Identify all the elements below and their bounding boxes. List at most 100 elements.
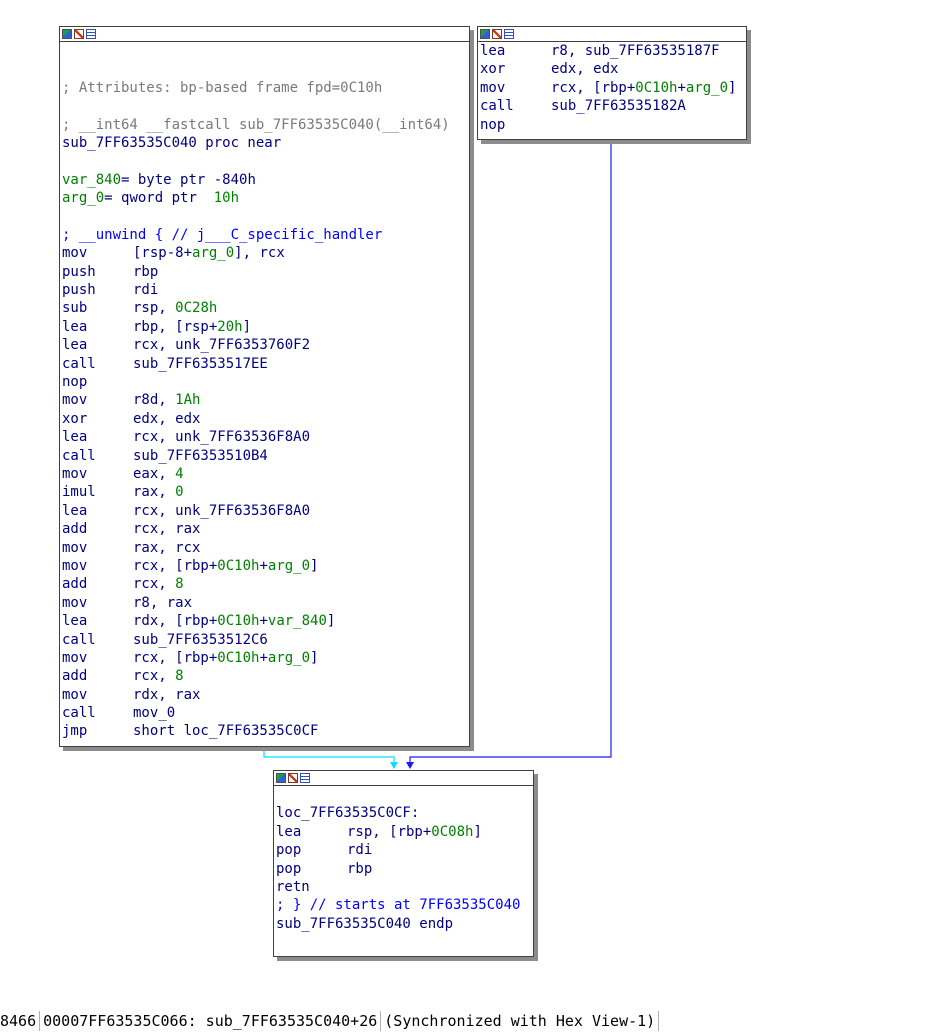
instruction-line[interactable]: mov rcx, [rbp+0C10h+arg_0]	[480, 79, 746, 97]
operands: rbp	[133, 263, 159, 280]
instruction-line[interactable]: add rcx, 8	[62, 575, 469, 593]
label-line: sub_7FF63535C040 proc near	[62, 134, 282, 151]
instruction-line[interactable]: lea rcx, unk_7FF63536F8A0	[62, 428, 469, 446]
operands: rcx, [rbp+0C10h+arg_0]	[133, 649, 319, 666]
instruction-line[interactable]: lea rbp, [rsp+20h]	[62, 318, 469, 336]
operands: rsp, 0C28h	[133, 300, 218, 317]
instruction-line[interactable]: call mov_0	[62, 704, 469, 722]
instruction-line[interactable]: jmp short loc_7FF63535C0CF	[62, 722, 469, 740]
mnemonic: push	[62, 263, 96, 280]
block-header	[60, 27, 469, 42]
instruction-line[interactable]: nop	[62, 373, 469, 391]
operands: short loc_7FF63535C0CF	[133, 723, 319, 740]
status-bar: 8466 00007FF63535C066: sub_7FF63535C040+…	[0, 1011, 927, 1031]
unwind-comment-line: ; } // starts at 7FF63535C040	[276, 897, 521, 914]
mnemonic: imul	[62, 484, 96, 501]
instruction-line[interactable]: mov [rsp-8+arg_0], rcx	[62, 244, 469, 262]
block-code: loc_7FF63535C0CF: lea rsp, [rbp+0C08h] pop r…	[274, 786, 533, 933]
graph-icon[interactable]	[492, 29, 502, 39]
instruction-line[interactable]: nop	[480, 116, 746, 134]
graph-icon[interactable]	[74, 29, 84, 39]
text-view-icon[interactable]	[86, 29, 96, 39]
instruction-line[interactable]: retn	[276, 878, 533, 896]
mnemonic: lea	[62, 429, 88, 446]
instruction-line[interactable]: call sub_7FF6353517EE	[62, 355, 469, 373]
operands: rcx, unk_7FF63536F8A0	[133, 429, 311, 446]
mnemonic: mov	[62, 686, 88, 703]
operands: sub_7FF6353517EE	[133, 355, 268, 372]
mnemonic: mov	[62, 539, 88, 556]
operands: sub_7FF63535182A	[551, 98, 686, 115]
operands: edx, edx	[551, 61, 619, 78]
mnemonic: add	[62, 521, 88, 538]
label-line: arg_0= qword ptr 10h	[62, 190, 240, 207]
mnemonic: lea	[62, 318, 88, 335]
operands: rcx, [rbp+0C10h+arg_0]	[133, 557, 319, 574]
text-view-icon[interactable]	[504, 29, 514, 39]
color-icon[interactable]	[276, 773, 286, 783]
instruction-line[interactable]: mov rax, rcx	[62, 539, 469, 557]
instruction-line[interactable]: mov r8d, 1Ah	[62, 391, 469, 409]
mnemonic: mov	[62, 594, 88, 611]
edge-arrow-normal	[390, 762, 398, 769]
mnemonic: add	[62, 576, 88, 593]
instruction-line[interactable]: lea rdx, [rbp+0C10h+var_840]	[62, 612, 469, 630]
instruction-line[interactable]: pop rbp	[276, 860, 533, 878]
instruction-line[interactable]: imul rax, 0	[62, 483, 469, 501]
block-header	[478, 27, 746, 42]
code-block-entry[interactable]: ; Attributes: bp-based frame fpd=0C10h ; …	[59, 26, 470, 747]
operands: [rsp-8+arg_0], rcx	[133, 245, 285, 262]
mnemonic: add	[62, 668, 88, 685]
operands: r8d, 1Ah	[133, 392, 201, 409]
color-icon[interactable]	[480, 29, 490, 39]
operands: rax, rcx	[133, 539, 201, 556]
mnemonic: push	[62, 282, 96, 299]
instruction-line[interactable]: lea rcx, unk_7FF6353760F2	[62, 336, 469, 354]
instruction-line[interactable]: mov rcx, [rbp+0C10h+arg_0]	[62, 557, 469, 575]
mnemonic: retn	[276, 878, 310, 895]
code-block-exit[interactable]: loc_7FF63535C0CF: lea rsp, [rbp+0C08h] pop r…	[273, 770, 534, 957]
instruction-line[interactable]: mov eax, 4	[62, 465, 469, 483]
operands: r8, sub_7FF63535187F	[551, 43, 720, 59]
instruction-line[interactable]: xor edx, edx	[480, 60, 746, 78]
color-icon[interactable]	[62, 29, 72, 39]
instruction-line[interactable]: pop rdi	[276, 841, 533, 859]
operands: rcx, rax	[133, 521, 201, 538]
graph-icon[interactable]	[288, 773, 298, 783]
operands: rdi	[133, 282, 159, 299]
mnemonic: lea	[62, 613, 88, 630]
operands: mov_0	[133, 705, 176, 722]
instruction-line[interactable]: push rdi	[62, 281, 469, 299]
instruction-line[interactable]: mov rcx, [rbp+0C10h+arg_0]	[62, 649, 469, 667]
code-block-handler[interactable]: lea r8, sub_7FF63535187F xor edx, edx mov rcx…	[477, 26, 747, 140]
operands: rbp	[347, 860, 373, 877]
instruction-line[interactable]: lea rcx, unk_7FF63536F8A0	[62, 502, 469, 520]
label-line: loc_7FF63535C0CF:	[276, 805, 420, 822]
status-location[interactable]: 00007FF63535C066: sub_7FF63535C040+26	[40, 1011, 382, 1031]
instruction-line[interactable]: push rbp	[62, 263, 469, 281]
operands: rcx, [rbp+0C10h+arg_0]	[551, 79, 737, 96]
instruction-line[interactable]: xor edx, edx	[62, 410, 469, 428]
block-code: lea r8, sub_7FF63535187F xor edx, edx mov rcx…	[478, 42, 746, 134]
comment-line: ; __int64 __fastcall sub_7FF63535C040(__…	[62, 116, 450, 133]
operands: edx, edx	[133, 410, 201, 427]
operands: rcx, unk_7FF6353760F2	[133, 337, 311, 354]
instruction-line[interactable]: mov r8, rax	[62, 594, 469, 612]
edge-arrow-jump	[406, 762, 414, 769]
mnemonic: xor	[62, 410, 88, 427]
mnemonic: mov	[62, 245, 88, 262]
mnemonic: nop	[62, 374, 88, 391]
text-view-icon[interactable]	[300, 773, 310, 783]
mnemonic: pop	[276, 860, 302, 877]
instruction-line[interactable]: call sub_7FF63535182A	[480, 97, 746, 115]
instruction-line[interactable]: lea r8, sub_7FF63535187F	[480, 42, 746, 60]
instruction-line[interactable]: call sub_7FF6353510B4	[62, 447, 469, 465]
mnemonic: lea	[62, 337, 88, 354]
instruction-line[interactable]: add rcx, 8	[62, 667, 469, 685]
instruction-line[interactable]: lea rsp, [rbp+0C08h]	[276, 823, 533, 841]
instruction-line[interactable]: sub rsp, 0C28h	[62, 299, 469, 317]
instruction-line[interactable]: call sub_7FF6353512C6	[62, 631, 469, 649]
instruction-line[interactable]: add rcx, rax	[62, 520, 469, 538]
instruction-line[interactable]: mov rdx, rax	[62, 686, 469, 704]
